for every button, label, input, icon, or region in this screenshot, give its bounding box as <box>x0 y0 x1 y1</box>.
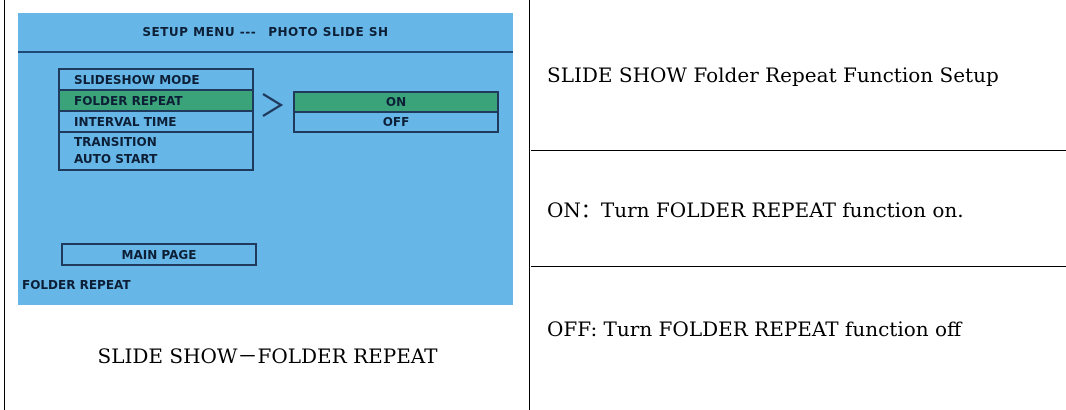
option-on[interactable]: ON <box>293 91 499 113</box>
description-row-3: OFF: Turn FOLDER REPEAT function off <box>531 267 1066 410</box>
screen-header: SETUP MENU --- PHOTO SLIDE SH <box>18 13 513 53</box>
description-row-1: SLIDE SHOW Folder Repeat Function Setup <box>531 0 1066 151</box>
menu-group-transition-auto-start: TRANSITION AUTO START <box>58 131 254 171</box>
header-title: SETUP MENU --- <box>142 25 257 39</box>
figure-caption: SLIDE SHOW－FOLDER REPEAT <box>97 344 438 368</box>
menu-item-transition[interactable]: TRANSITION <box>74 134 157 151</box>
header-subtitle: PHOTO SLIDE SH <box>268 25 389 39</box>
description-text: OFF: Turn FOLDER REPEAT function off <box>547 317 962 341</box>
document-table: SETUP MENU --- PHOTO SLIDE SH SLIDESHOW … <box>4 0 1066 410</box>
menu-item-auto-start[interactable]: AUTO START <box>74 151 157 168</box>
menu-item-folder-repeat[interactable]: FOLDER REPEAT <box>58 89 254 112</box>
description-text: ON：Turn FOLDER REPEAT function on. <box>547 198 964 222</box>
main-page-button[interactable]: MAIN PAGE <box>61 243 257 266</box>
description-text: SLIDE SHOW Folder Repeat Function Setup <box>547 63 999 87</box>
menu-item-interval-time[interactable]: INTERVAL TIME <box>58 110 254 133</box>
setup-menu-list: SLIDESHOW MODE FOLDER REPEAT INTERVAL TI… <box>58 68 254 171</box>
option-off[interactable]: OFF <box>293 111 499 133</box>
description-row-2: ON：Turn FOLDER REPEAT function on. <box>531 151 1066 267</box>
chevron-right-icon <box>262 93 283 117</box>
setup-menu-screen: SETUP MENU --- PHOTO SLIDE SH SLIDESHOW … <box>18 13 513 305</box>
folder-repeat-options: ON OFF <box>293 91 499 133</box>
screenshot-cell: SETUP MENU --- PHOTO SLIDE SH SLIDESHOW … <box>5 0 530 410</box>
status-label: FOLDER REPEAT <box>22 278 131 292</box>
menu-item-slideshow-mode[interactable]: SLIDESHOW MODE <box>58 68 254 91</box>
